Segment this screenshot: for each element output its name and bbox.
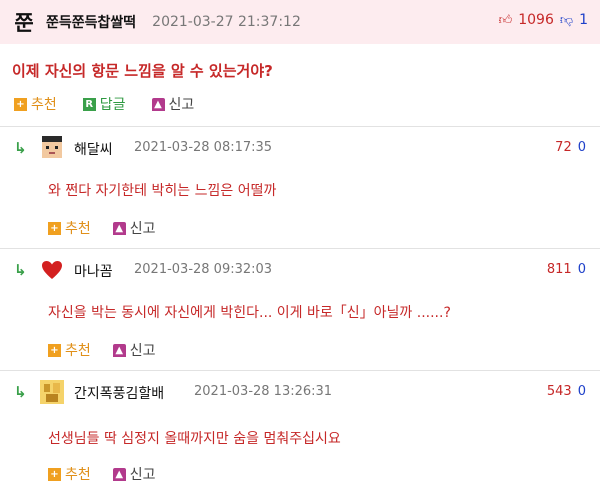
- siren-icon: ▲: [112, 221, 126, 235]
- gold-avatar-icon: [40, 380, 64, 404]
- comment-time: 2021-03-28 13:26:31: [194, 384, 333, 399]
- comment-upvotes: 811: [546, 262, 572, 277]
- plus-icon: +: [48, 467, 61, 481]
- recommend-label: 추천: [31, 97, 57, 113]
- upvote-count: 1096: [518, 12, 554, 28]
- post-author[interactable]: 쭌득쭌득찹쌀떡: [46, 12, 136, 32]
- comment-actions: + 추천 ▲ 신고: [48, 464, 156, 484]
- comment-downvotes: 0: [577, 262, 586, 277]
- comment-downvotes: 0: [577, 384, 586, 399]
- reply-arrow-icon: ↳: [14, 139, 27, 157]
- report-label: 신고: [129, 221, 156, 237]
- recommend-button[interactable]: + 추천: [14, 94, 57, 114]
- comment-score: 543 0: [547, 384, 586, 399]
- post-time: 2021-03-27 21:37:12: [152, 14, 301, 30]
- report-button[interactable]: ▲ 신고: [112, 464, 156, 484]
- reply-button[interactable]: R 답글: [82, 94, 126, 114]
- report-label: 신고: [168, 97, 195, 113]
- plus-icon: +: [48, 221, 61, 235]
- comment-actions: + 추천 ▲ 신고: [48, 340, 156, 360]
- reply-label: 답글: [99, 97, 126, 113]
- divider: [0, 370, 600, 371]
- comment-author[interactable]: 마나꼼: [74, 261, 113, 281]
- comment-item: ↳ 해달씨 2021-03-28 08:17:35 72 0 와 쩐다 자기한테…: [0, 134, 600, 246]
- siren-icon: ▲: [112, 467, 126, 481]
- thumbs-down-icon[interactable]: 👎︎: [560, 13, 573, 28]
- post-actions: + 추천 R 답글 ▲ 신고: [14, 94, 194, 114]
- comment-time: 2021-03-28 08:17:35: [134, 140, 273, 155]
- author-logo: 쭌: [14, 11, 34, 35]
- recommend-button[interactable]: + 추천: [48, 464, 91, 484]
- comment-author[interactable]: 해달씨: [74, 139, 113, 159]
- comment-text: 와 쩐다 자기한테 박히는 느낌은 어떨까: [48, 183, 277, 199]
- comment-score: 72 0: [555, 140, 586, 155]
- comment-header: ↳ 해달씨 2021-03-28 08:17:35 72 0: [0, 134, 600, 164]
- reply-arrow-icon: ↳: [14, 383, 27, 401]
- comment-item: ↳ 간지폭풍김할배 2021-03-28 13:26:31 543 0 선생님들…: [0, 378, 600, 490]
- heart-icon: [42, 261, 62, 279]
- divider: [0, 248, 600, 249]
- recommend-label: 추천: [65, 467, 91, 483]
- comment-upvotes: 543: [546, 384, 572, 399]
- reply-icon: R: [82, 97, 96, 111]
- comment-upvotes: 72: [555, 140, 572, 155]
- comment-header: ↳ 간지폭풍김할배 2021-03-28 13:26:31 543 0: [0, 378, 600, 408]
- comment-item: ↳ 마나꼼 2021-03-28 09:32:03 811 0 자신을 박는 동…: [0, 256, 600, 368]
- comment-downvotes: 0: [577, 140, 586, 155]
- siren-icon: ▲: [112, 343, 126, 357]
- comment-header: ↳ 마나꼼 2021-03-28 09:32:03 811 0: [0, 256, 600, 286]
- reply-arrow-icon: ↳: [14, 261, 27, 279]
- plus-icon: +: [14, 97, 27, 111]
- downvote-count: 1: [579, 12, 588, 28]
- recommend-label: 추천: [65, 221, 91, 237]
- vote-box: 👍︎ 1096 👎︎ 1: [499, 12, 588, 28]
- divider: [0, 126, 600, 127]
- pixel-face-icon: [42, 136, 62, 158]
- recommend-button[interactable]: + 추천: [48, 340, 91, 360]
- recommend-label: 추천: [65, 343, 91, 359]
- comment-text: 자신을 박는 동시에 자신에게 박힌다... 이게 바로「신」아닐까 .....…: [48, 305, 451, 321]
- comment-score: 811 0: [547, 262, 586, 277]
- thumbs-up-icon[interactable]: 👍︎: [499, 13, 513, 28]
- report-label: 신고: [129, 467, 156, 483]
- comment-author[interactable]: 간지폭풍김할배: [74, 383, 164, 403]
- siren-icon: ▲: [151, 97, 165, 111]
- post-body: 이제 자신의 항문 느낌을 알 수 있는거야?: [12, 62, 273, 80]
- report-button[interactable]: ▲ 신고: [151, 94, 195, 114]
- comment-actions: + 추천 ▲ 신고: [48, 218, 156, 238]
- comment-time: 2021-03-28 09:32:03: [134, 262, 273, 277]
- post-header: 쭌 쭌득쭌득찹쌀떡 2021-03-27 21:37:12 👍︎ 1096 👎︎…: [0, 0, 600, 44]
- report-button[interactable]: ▲ 신고: [112, 218, 156, 238]
- plus-icon: +: [48, 343, 61, 357]
- report-label: 신고: [129, 343, 156, 359]
- comment-text: 선생님들 딱 심정지 올때까지만 숨을 멈춰주십시요: [48, 431, 341, 447]
- report-button[interactable]: ▲ 신고: [112, 340, 156, 360]
- recommend-button[interactable]: + 추천: [48, 218, 91, 238]
